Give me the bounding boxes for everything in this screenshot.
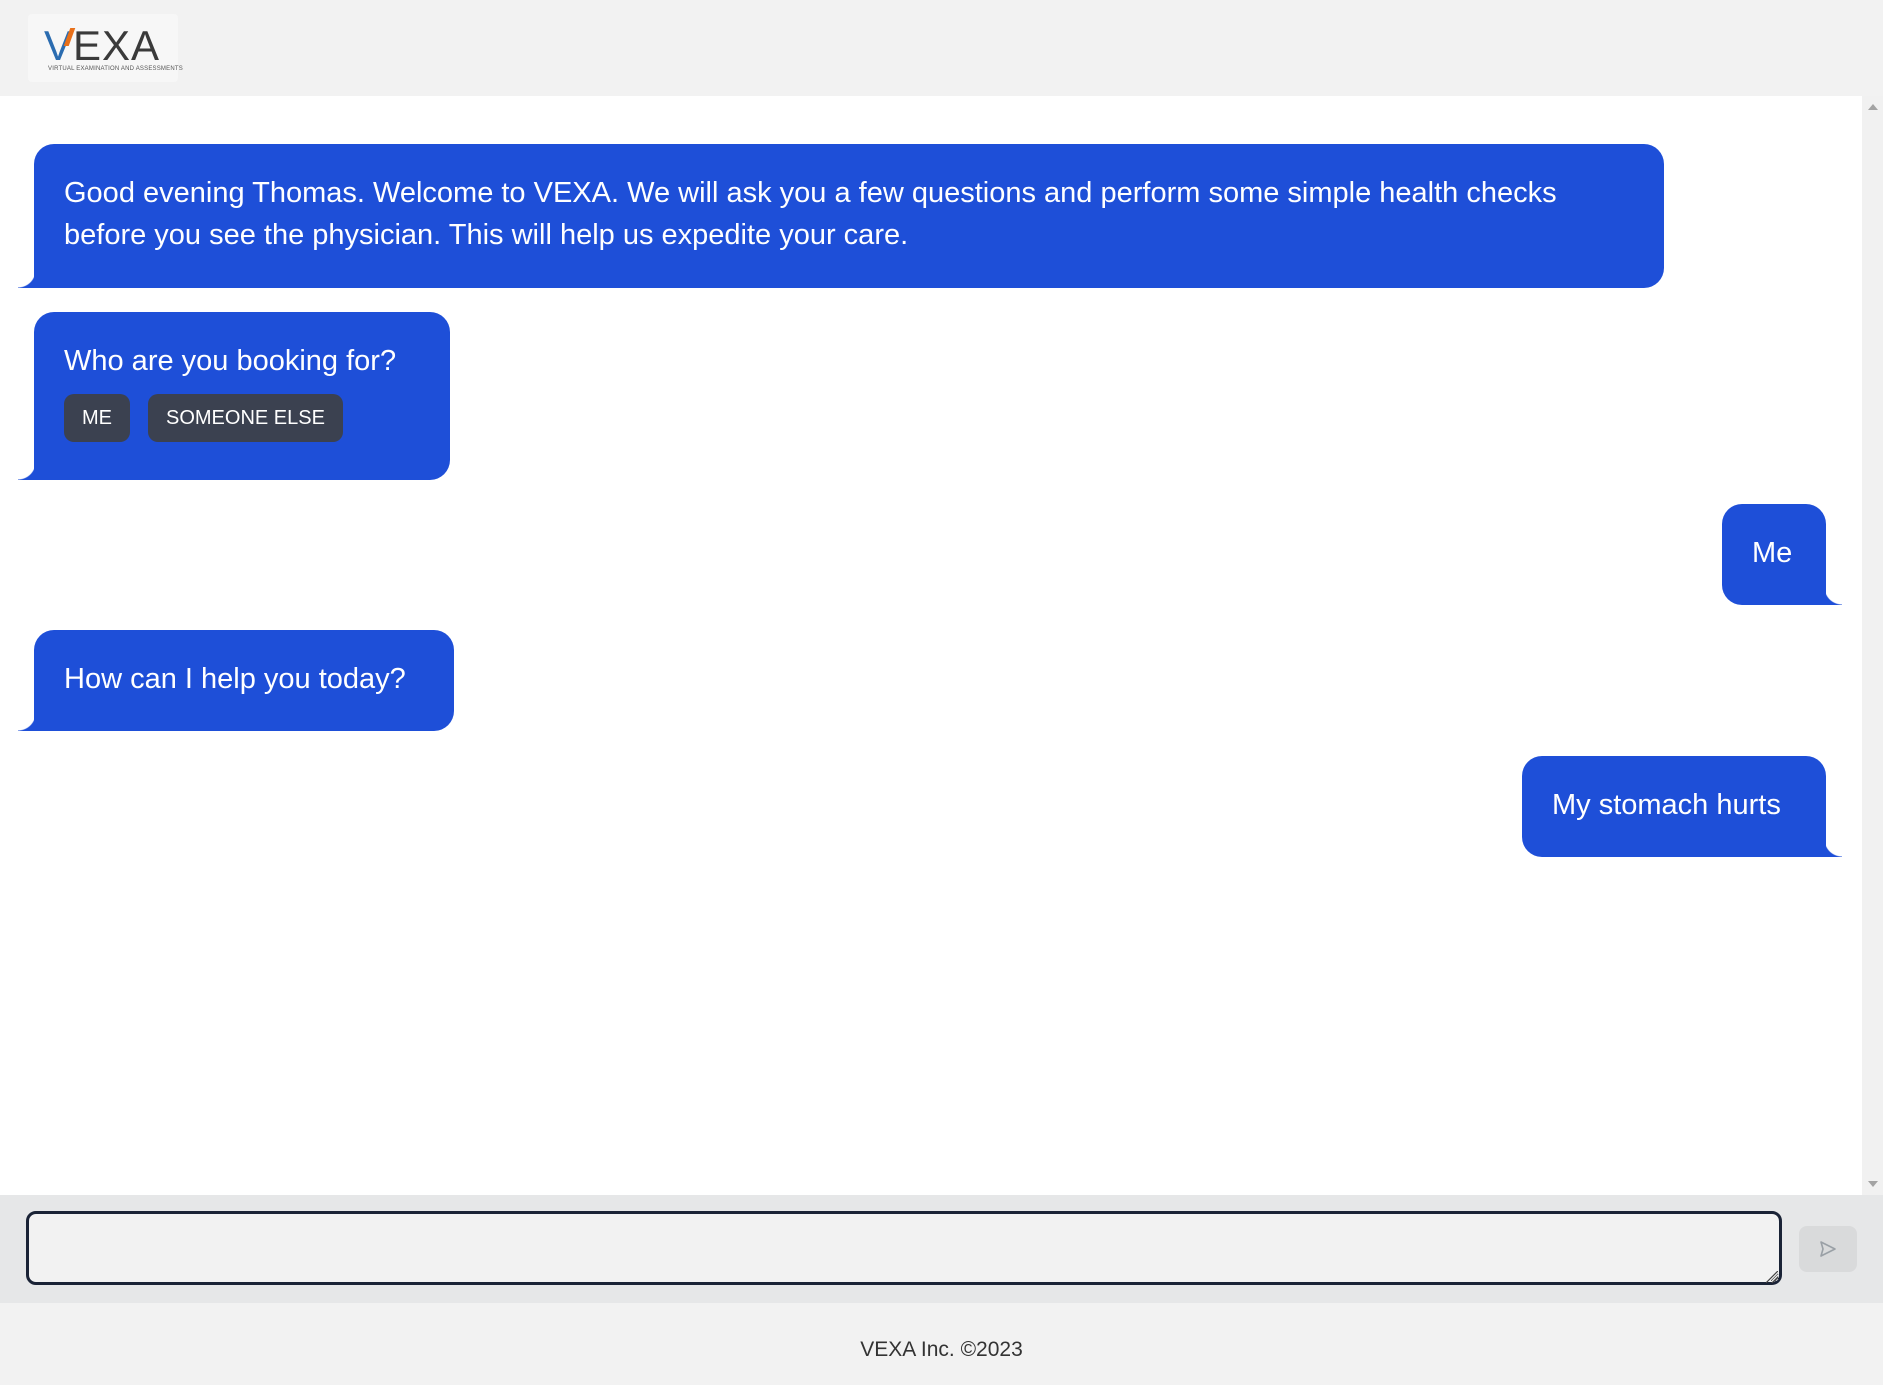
bot-message-bubble: How can I help you today? [18,630,454,731]
message-text: My stomach hurts [1552,789,1781,821]
app-footer: VEXA Inc. ©2023 [0,1303,1883,1385]
bot-message-bubble: Who are you booking for? ME SOMEONE ELSE [18,312,450,480]
message-composer [0,1195,1883,1303]
scroll-up-arrow-icon[interactable] [1868,104,1878,110]
app-header: VEXA VIRTUAL EXAMINATION AND ASSESSMENTS [0,0,1883,96]
bot-message-bubble: Good evening Thomas. Welcome to VEXA. We… [18,144,1664,288]
send-button[interactable] [1799,1226,1857,1272]
option-someone-else-button[interactable]: SOMEONE ELSE [148,394,343,442]
quick-reply-options: ME SOMEONE ELSE [64,394,420,442]
user-message-bubble: My stomach hurts [1522,756,1842,857]
send-arrow-icon [1820,1241,1836,1257]
option-me-button[interactable]: ME [64,394,130,442]
message-text: Me [1752,537,1793,569]
copyright-text: VEXA Inc. ©2023 [860,1338,1023,1361]
message-text: Who are you booking for? [64,345,397,377]
logo-letter-v: V [44,22,74,69]
message-text: Good evening Thomas. Welcome to VEXA. We… [64,177,1557,251]
resize-grip-icon[interactable] [1766,1271,1778,1283]
logo-subtitle: VIRTUAL EXAMINATION AND ASSESSMENTS [48,66,183,72]
logo-letters: EXA [73,22,161,69]
message-input[interactable] [26,1211,1782,1285]
user-message-bubble: Me [1722,504,1842,605]
chat-scrollbar[interactable] [1862,96,1883,1195]
vexa-logo[interactable]: VEXA VIRTUAL EXAMINATION AND ASSESSMENTS [28,14,183,82]
message-text: How can I help you today? [64,663,406,695]
logo-wordmark: VEXA [44,22,160,70]
scroll-down-arrow-icon[interactable] [1868,1181,1878,1187]
